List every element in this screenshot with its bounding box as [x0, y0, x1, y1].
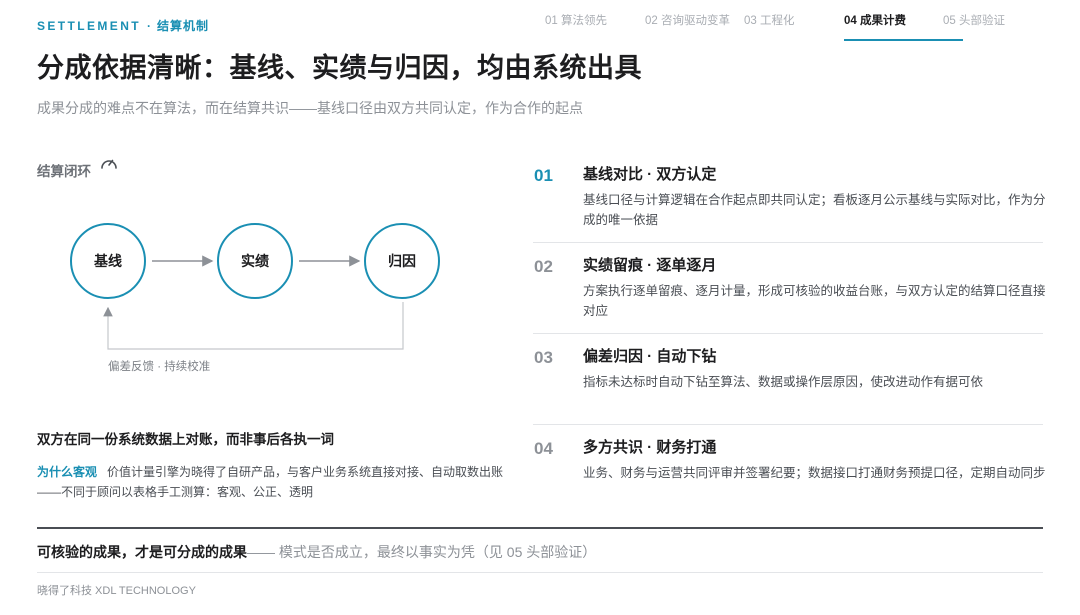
- left-headline: 双方在同一份系统数据上对账，而非事后各执一词: [37, 432, 334, 447]
- kicker-separator: ·: [147, 19, 151, 33]
- kicker-en: SETTLEMENT: [37, 19, 141, 33]
- tab-03[interactable]: 03 工程化: [744, 12, 844, 39]
- feedback-caption: 偏差反馈 · 持续校准: [108, 361, 211, 373]
- step-title: 多方共识 · 财务打通: [583, 439, 717, 456]
- loop-label: 结算闭环: [37, 164, 91, 179]
- step-description: 业务、财务与运营共同评审并签署纪要；数据接口打通财务预提口径，定期自动同步: [583, 466, 1046, 480]
- feedback-loop-line: [103, 302, 404, 350]
- step-description: 指标未达标时自动下钻至算法、数据或操作层原因，使改进动作有据可依: [583, 375, 984, 389]
- step-number: 02: [534, 257, 553, 276]
- divider-light: [37, 572, 1043, 573]
- step-description: 方案执行逐单留痕、逐月计量，形成可核验的收益台账，与双方认定的结算口径直接对应: [583, 284, 1046, 318]
- tab-05[interactable]: 05 头部验证: [943, 12, 1023, 39]
- steps-list: 01 基线对比 · 双方认定 基线口径与计算逻辑在合作起点即共同认定；看板逐月公…: [533, 152, 1046, 516]
- why-objective-block: 为什么客观 价值计量引擎为晓得了自研产品，与客户业务系统直接对接、自动取数出账——…: [37, 462, 507, 502]
- page-subtitle: 成果分成的难点不在算法，而在结算共识——基线口径由双方共同认定，作为合作的起点: [37, 100, 583, 116]
- step-description: 基线口径与计算逻辑在合作起点即共同认定；看板逐月公示基线与实际对比，作为分成的唯…: [583, 193, 1046, 227]
- step-title: 实绩留痕 · 逐单逐月: [583, 257, 717, 274]
- conclusion-line: 可核验的成果，才是可分成的成果—— 模式是否成立，最终以事实为凭（见 05 头部…: [37, 542, 596, 562]
- settlement-loop-diagram: 基线 实绩 归因: [60, 218, 460, 378]
- section-kicker: SETTLEMENT · 结算机制: [37, 17, 209, 34]
- conclusion-rest: —— 模式是否成立，最终以事实为凭（见 05 头部验证）: [247, 544, 597, 560]
- divider-dark: [37, 527, 1043, 529]
- tab-04-active[interactable]: 04 成果计费: [844, 12, 963, 41]
- step-title: 偏差归因 · 自动下钻: [583, 348, 717, 365]
- step-number: 01: [534, 166, 553, 185]
- node-attribution: 归因: [364, 223, 440, 299]
- step-item: 02 实绩留痕 · 逐单逐月 方案执行逐单留痕、逐月计量，形成可核验的收益台账，…: [533, 243, 1046, 334]
- node-baseline: 基线: [70, 223, 146, 299]
- tab-02[interactable]: 02 咨询驱动变革: [645, 12, 744, 39]
- kicker-cn: 结算机制: [157, 19, 210, 33]
- conclusion-strong: 可核验的成果，才是可分成的成果: [37, 544, 247, 560]
- footer-brand: 晓得了科技 XDL TECHNOLOGY: [37, 585, 196, 597]
- loop-header: 结算闭环: [37, 159, 119, 180]
- step-item: 03 偏差归因 · 自动下钻 指标未达标时自动下钻至算法、数据或操作层原因，使改…: [533, 334, 1043, 425]
- tab-01[interactable]: 01 算法领先: [545, 12, 645, 39]
- step-number: 04: [534, 439, 553, 458]
- page-title: 分成依据清晰：基线、实绩与归因，均由系统出具: [37, 53, 642, 83]
- step-number: 03: [534, 348, 553, 367]
- section-nav: 01 算法领先 02 咨询驱动变革 03 工程化 04 成果计费 05 头部验证: [545, 12, 1023, 41]
- step-item: 01 基线对比 · 双方认定 基线口径与计算逻辑在合作起点即共同认定；看板逐月公…: [533, 152, 1046, 243]
- step-title: 基线对比 · 双方认定: [583, 166, 717, 183]
- step-item: 04 多方共识 · 财务打通 业务、财务与运营共同评审并签署纪要；数据接口打通财…: [533, 425, 1046, 516]
- why-text: 价值计量引擎为晓得了自研产品，与客户业务系统直接对接、自动取数出账——不同于顾问…: [37, 465, 504, 499]
- node-actual: 实绩: [217, 223, 293, 299]
- why-label: 为什么客观: [37, 465, 98, 479]
- gauge-icon: [101, 159, 117, 169]
